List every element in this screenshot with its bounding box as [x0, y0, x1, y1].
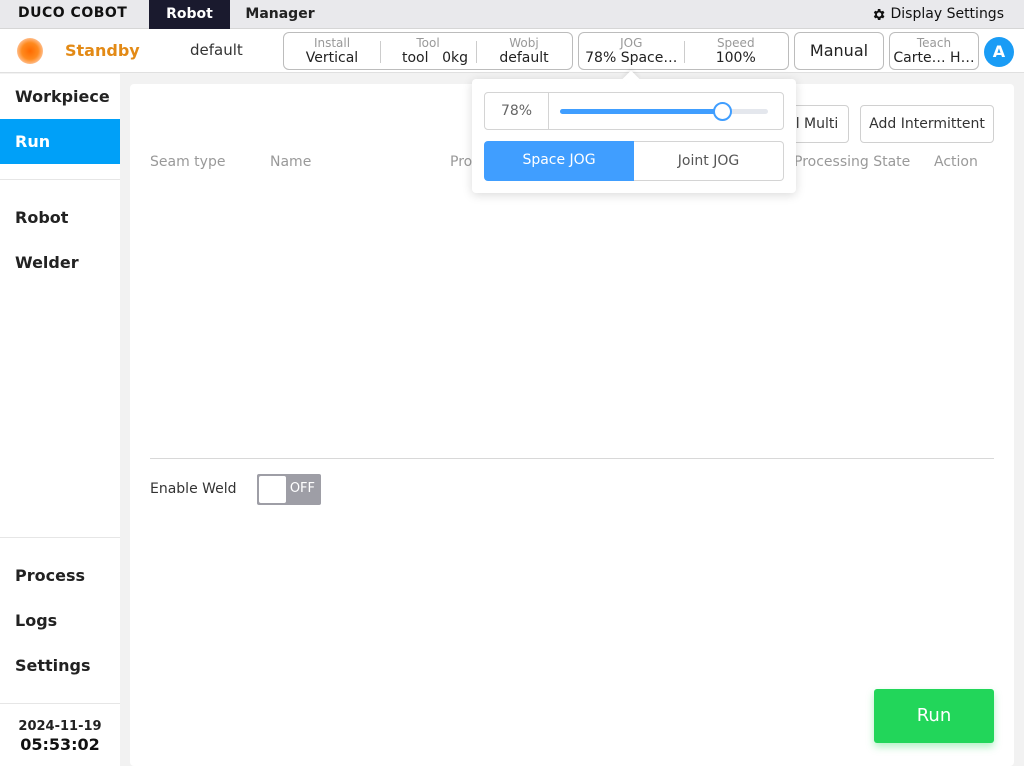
column-header-seam-type: Seam type: [150, 154, 226, 170]
wobj-value: default: [499, 50, 549, 66]
sidebar-item-robot[interactable]: Robot: [0, 195, 120, 240]
sidebar-divider: [0, 179, 120, 180]
jog-speed-group[interactable]: JOG 78% Space… Speed 100%: [578, 32, 789, 70]
status-indicator-icon: [17, 38, 43, 64]
teach-value: Carte… H…: [893, 50, 975, 66]
run-button[interactable]: Run: [874, 689, 994, 743]
toggle-knob: [259, 476, 286, 503]
sidebar-item-settings[interactable]: Settings: [0, 643, 120, 688]
jog-speed-percent[interactable]: 78%: [485, 93, 549, 129]
joint-jog-button[interactable]: Joint JOG: [634, 141, 784, 181]
date-display: 2024-11-19: [18, 719, 102, 734]
column-header-name: Name: [270, 154, 312, 170]
tool-value: tool 0kg: [380, 50, 476, 67]
gear-icon: [873, 8, 884, 20]
display-settings-button[interactable]: Display Settings: [871, 6, 1004, 22]
column-header-pro: Pro: [450, 154, 473, 170]
status-bar: Standby default Install Vertical Tool to…: [0, 29, 1024, 73]
toggle-state: OFF: [289, 481, 315, 496]
brand-logo: DUCO COBOT: [18, 5, 128, 21]
jog-popover: 78% Space JOG Joint JOG: [472, 79, 796, 193]
speed-cell[interactable]: Speed 100%: [683, 33, 789, 69]
sidebar-item-welder[interactable]: Welder: [0, 240, 120, 285]
jog-value: 78% Space…: [585, 50, 678, 66]
tool-cell[interactable]: Tool tool 0kg: [380, 33, 476, 69]
display-settings-label: Display Settings: [890, 6, 1004, 22]
wobj-label: Wobj: [509, 36, 539, 50]
datetime: 2024-11-19 05:53:02: [0, 719, 120, 754]
speed-value: 100%: [715, 50, 756, 66]
tool-label: Tool: [416, 36, 440, 50]
sidebar-divider: [0, 703, 120, 704]
speed-label: Speed: [716, 36, 755, 50]
sidebar: Workpiece Run Robot Welder Process Logs …: [0, 74, 120, 766]
jog-speed-control: 78%: [484, 92, 784, 130]
sidebar-divider: [0, 537, 120, 538]
jog-cell[interactable]: JOG 78% Space…: [579, 33, 684, 69]
jog-label: JOG: [620, 36, 643, 50]
sidebar-item-process[interactable]: Process: [0, 553, 120, 598]
sidebar-item-workpiece[interactable]: Workpiece: [0, 74, 120, 119]
space-jog-button[interactable]: Space JOG: [484, 141, 634, 181]
tool-name: tool: [402, 50, 429, 66]
robot-state: Standby: [65, 41, 140, 60]
manual-mode-button[interactable]: Manual: [794, 32, 884, 70]
sidebar-item-run[interactable]: Run: [0, 119, 120, 164]
enable-weld-toggle[interactable]: OFF: [257, 474, 321, 505]
table-divider: [150, 458, 994, 459]
install-value: Vertical: [305, 50, 359, 66]
add-intermittent-button[interactable]: Add Intermittent: [860, 105, 994, 143]
tab-robot[interactable]: Robot: [149, 0, 230, 29]
tab-manager[interactable]: Manager: [240, 0, 320, 29]
jog-speed-slider[interactable]: [560, 102, 768, 121]
sidebar-item-logs[interactable]: Logs: [0, 598, 120, 643]
time-display: 05:53:02: [20, 735, 100, 754]
jog-slider-handle[interactable]: [713, 102, 732, 121]
teach-label: Teach: [916, 36, 952, 50]
top-bar: DUCO COBOT Robot Manager Display Setting…: [0, 0, 1024, 29]
install-cell[interactable]: Install Vertical: [284, 33, 380, 69]
column-header-action: Action: [934, 154, 978, 170]
project-name: default: [190, 41, 243, 59]
column-header-processing-state: Processing State: [794, 154, 911, 170]
install-tool-wobj-group[interactable]: Install Vertical Tool tool 0kg Wobj defa…: [283, 32, 573, 70]
avatar[interactable]: A: [984, 37, 1014, 67]
jog-slider-fill: [560, 109, 722, 114]
teach-group[interactable]: Teach Carte… H…: [889, 32, 979, 70]
teach-cell[interactable]: Teach Carte… H…: [890, 33, 978, 69]
wobj-cell[interactable]: Wobj default: [476, 33, 572, 69]
enable-weld-label: Enable Weld: [150, 481, 237, 497]
tool-weight: 0kg: [442, 50, 468, 66]
install-label: Install: [313, 36, 351, 50]
